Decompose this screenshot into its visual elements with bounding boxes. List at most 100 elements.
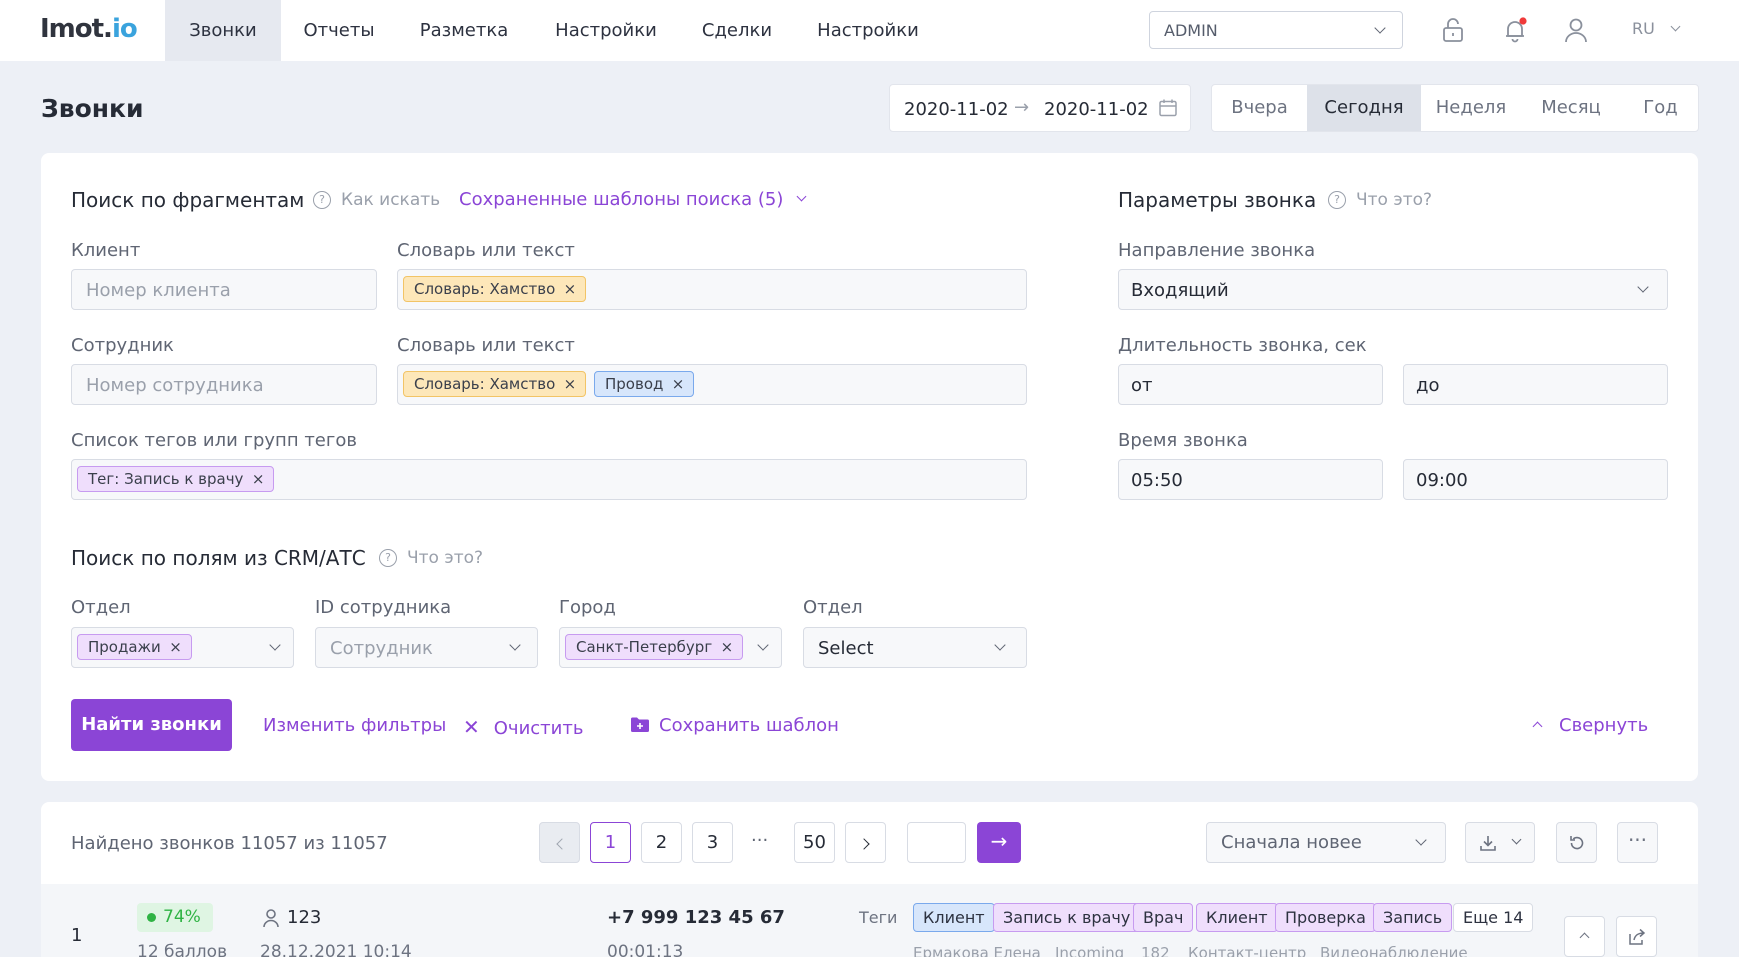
more-tags-button[interactable]: Еще 14 [1453,903,1534,932]
call-index: 1 [71,925,83,946]
more-button[interactable]: ··· [1617,822,1658,863]
period-yesterday[interactable]: Вчера [1212,85,1307,131]
close-icon[interactable]: × [252,467,265,491]
nav-item-settings-2[interactable]: Настройки [793,0,943,61]
period-year[interactable]: Год [1621,85,1698,131]
account-select[interactable]: ADMIN [1149,11,1403,49]
tag-client[interactable]: Клиент [913,903,995,932]
period-month[interactable]: Месяц [1521,85,1621,131]
user-icon [263,909,279,928]
nav-item-deals[interactable]: Сделки [681,0,793,61]
nav-item-reports[interactable]: Отчеты [281,0,397,61]
operator-number: 123 [287,907,322,928]
call-duration: 00:01:13 [607,942,684,957]
page-2[interactable]: 2 [641,822,682,863]
direction-select[interactable]: Входящий [1118,269,1668,310]
language-select[interactable]: RU [1632,19,1681,38]
crm-help-link[interactable]: ? Что это? [379,548,483,568]
close-icon[interactable]: × [672,372,685,396]
duration-to-input[interactable]: до [1403,364,1668,405]
collapse-button[interactable]: Свернуть [1532,715,1648,736]
page-50[interactable]: 50 [794,822,835,863]
fragments-section-title: Поиск по фрагментам [71,188,305,212]
refresh-icon [1570,836,1584,850]
how-to-search-link[interactable]: ? Как искать [313,190,440,210]
period-today[interactable]: Сегодня [1307,85,1421,131]
sort-select[interactable]: Сначала новее [1206,822,1446,863]
employee-id-select[interactable]: Сотрудник [315,627,538,668]
tag-doctor[interactable]: Врач [1133,903,1194,932]
client-label: Клиент [71,240,141,261]
city-select[interactable]: Санкт-Петербург × [559,627,782,668]
department-select[interactable]: Продажи × [71,627,294,668]
meta-direction: Incoming [1055,944,1125,957]
page-title: Звонки [41,94,144,123]
time-to-input[interactable]: 09:00 [1403,459,1668,500]
tags-input[interactable]: Тег: Запись к врачу × [71,459,1027,500]
page-number-input[interactable] [907,822,966,863]
time-from-input[interactable]: 05:50 [1118,459,1383,500]
nav-item-settings[interactable]: Настройки [531,0,681,61]
question-icon: ? [313,191,331,209]
save-template-button[interactable]: Сохранить шаблон [631,715,839,736]
edit-filters-link[interactable]: Изменить фильтры [263,715,446,736]
client-number-input[interactable]: Номер клиента [71,269,377,310]
chevron-down-icon [269,639,281,651]
expand-row-button[interactable] [1564,916,1605,957]
date-range-picker[interactable]: 2020-11-02 → 2020-11-02 [889,84,1191,132]
department-2-label: Отдел [803,597,863,618]
dictionary-input-1[interactable]: Словарь: Хамство × [397,269,1027,310]
bell-icon[interactable] [1501,16,1529,44]
user-icon[interactable] [1562,16,1590,44]
period-week[interactable]: Неделя [1421,85,1521,131]
download-button[interactable] [1465,822,1535,863]
chevron-down-icon [994,639,1006,651]
tag-client-2[interactable]: Клиент [1196,903,1278,932]
prev-page-button[interactable] [539,822,580,863]
city-label: Город [559,597,616,618]
share-button[interactable] [1616,916,1657,957]
folder-plus-icon [631,717,649,732]
close-icon[interactable]: × [564,372,577,396]
close-icon[interactable]: × [169,635,182,659]
chip-dictionary-rudeness: Словарь: Хамство × [403,276,587,302]
close-icon: ✕ [463,715,480,739]
tag-appointment[interactable]: Запись к врачу [993,903,1141,932]
calendar-icon [1159,99,1177,117]
nav-item-markup[interactable]: Разметка [397,0,531,61]
dictionary-input-2[interactable]: Словарь: Хамство × Провод × [397,364,1027,405]
saved-templates-dropdown[interactable]: Сохраненные шаблоны поиска (5) [459,189,807,210]
chip-saint-petersburg: Санкт-Петербург × [565,634,744,660]
app-logo[interactable]: Imot.io [40,14,138,44]
date-to: 2020-11-02 [1044,99,1149,120]
chevron-down-icon [757,639,769,651]
chevron-up-icon [1579,932,1590,943]
go-to-page-button[interactable]: → [977,822,1021,863]
refresh-button[interactable] [1556,822,1597,863]
department-2-select[interactable]: Select [803,627,1027,668]
chevron-right-icon [857,838,870,850]
duration-from-input[interactable]: от [1118,364,1383,405]
period-switcher: Вчера Сегодня Неделя Месяц Год [1211,84,1699,132]
chevron-down-icon [1415,834,1427,846]
dictionary-label-2: Словарь или текст [397,335,575,356]
meta-group: Видеонаблюдение [1320,944,1468,957]
tag-record[interactable]: Запись [1373,903,1453,932]
next-page-button[interactable] [845,822,886,863]
lock-icon[interactable] [1439,16,1467,44]
page-3[interactable]: 3 [692,822,733,863]
tags-caption: Теги [859,908,898,927]
meta-extension: 182 [1141,944,1170,957]
page-1[interactable]: 1 [590,822,631,863]
phone-number[interactable]: +7 999 123 45 67 [607,907,785,928]
find-calls-button[interactable]: Найти звонки [71,699,232,751]
clear-button[interactable]: ✕ Очистить [463,715,583,739]
nav-item-calls[interactable]: Звонки [165,0,281,61]
employee-number-input[interactable]: Номер сотрудника [71,364,377,405]
close-icon[interactable]: × [721,635,734,659]
tag-check[interactable]: Проверка [1275,903,1376,932]
found-count: Найдено звонков 11057 из 11057 [71,833,388,854]
close-icon[interactable]: × [564,277,577,301]
question-icon: ? [379,549,397,567]
call-params-help-link[interactable]: ? Что это? [1328,190,1432,210]
